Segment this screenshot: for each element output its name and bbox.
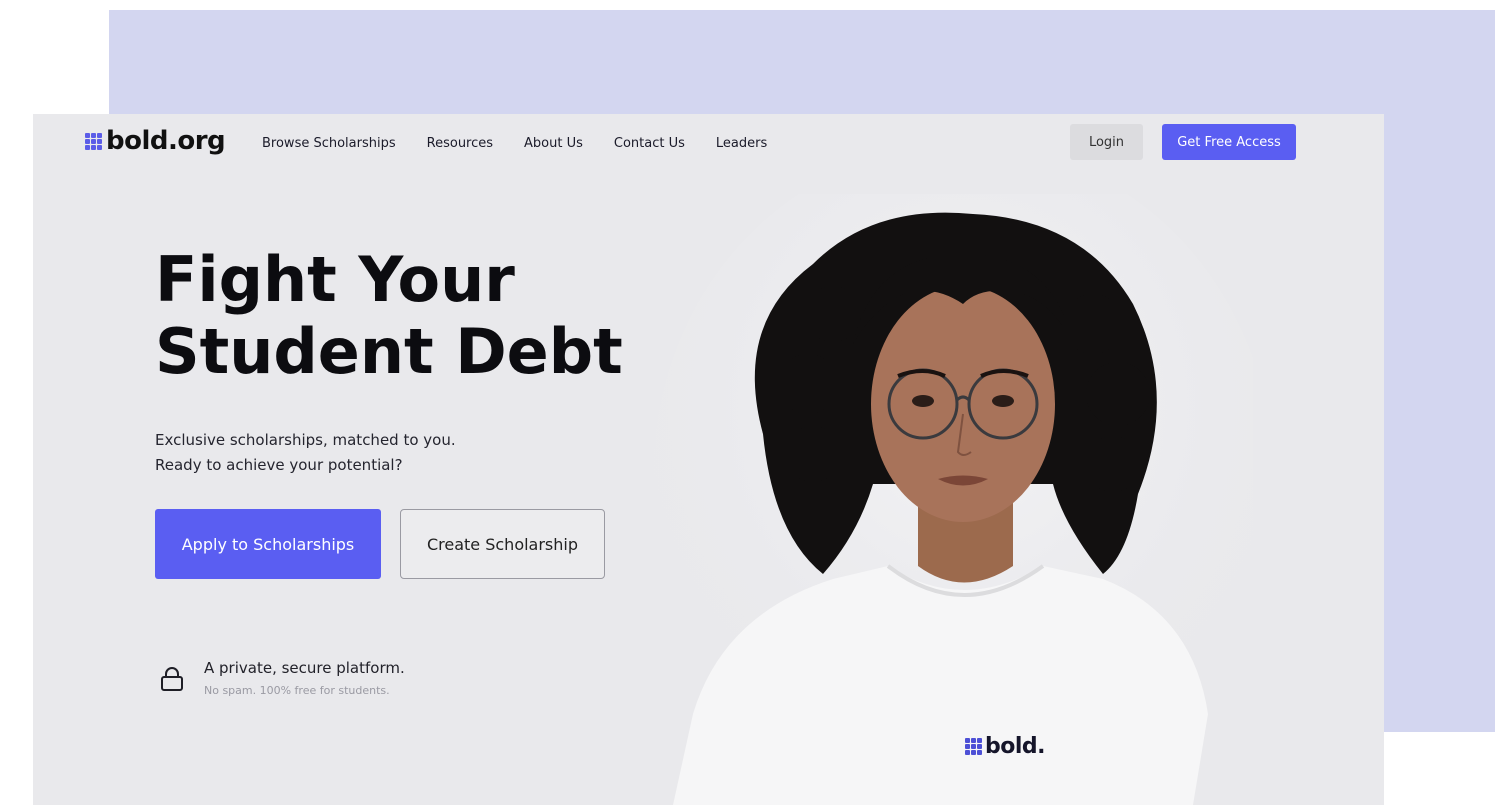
create-scholarship-button[interactable]: Create Scholarship: [400, 509, 605, 579]
shirt-logo: bold.: [965, 734, 1046, 759]
subtitle-line-1: Exclusive scholarships, matched to you.: [155, 431, 456, 449]
subtitle-line-2: Ready to achieve your potential?: [155, 456, 403, 474]
brand-name: bold.org: [106, 126, 226, 156]
nav-browse-scholarships[interactable]: Browse Scholarships: [262, 136, 396, 151]
shirt-brand-name: bold.: [985, 734, 1046, 759]
headline-line-1: Fight Your: [155, 243, 515, 316]
hero-subtitle: Exclusive scholarships, matched to you. …: [155, 428, 456, 478]
get-free-access-button[interactable]: Get Free Access: [1162, 124, 1296, 160]
brand-logo[interactable]: bold.org: [85, 126, 226, 156]
headline-line-2: Student Debt: [155, 315, 623, 388]
hero-headline: Fight Your Student Debt: [155, 244, 715, 388]
login-button[interactable]: Login: [1070, 124, 1143, 160]
security-title: A private, secure platform.: [204, 659, 405, 677]
apply-to-scholarships-button[interactable]: Apply to Scholarships: [155, 509, 381, 579]
hero-photo: [653, 194, 1253, 805]
nav-resources[interactable]: Resources: [427, 136, 493, 151]
logo-grid-icon: [85, 132, 102, 150]
landing-page: bold.org Browse Scholarships Resources A…: [33, 114, 1384, 805]
security-subtitle: No spam. 100% free for students.: [204, 684, 390, 697]
nav-contact-us[interactable]: Contact Us: [614, 136, 685, 151]
main-nav: Browse Scholarships Resources About Us C…: [262, 136, 767, 151]
shirt-logo-grid-icon: [965, 738, 982, 755]
nav-leaders[interactable]: Leaders: [716, 136, 767, 151]
lock-icon: [160, 666, 184, 696]
nav-about-us[interactable]: About Us: [524, 136, 583, 151]
